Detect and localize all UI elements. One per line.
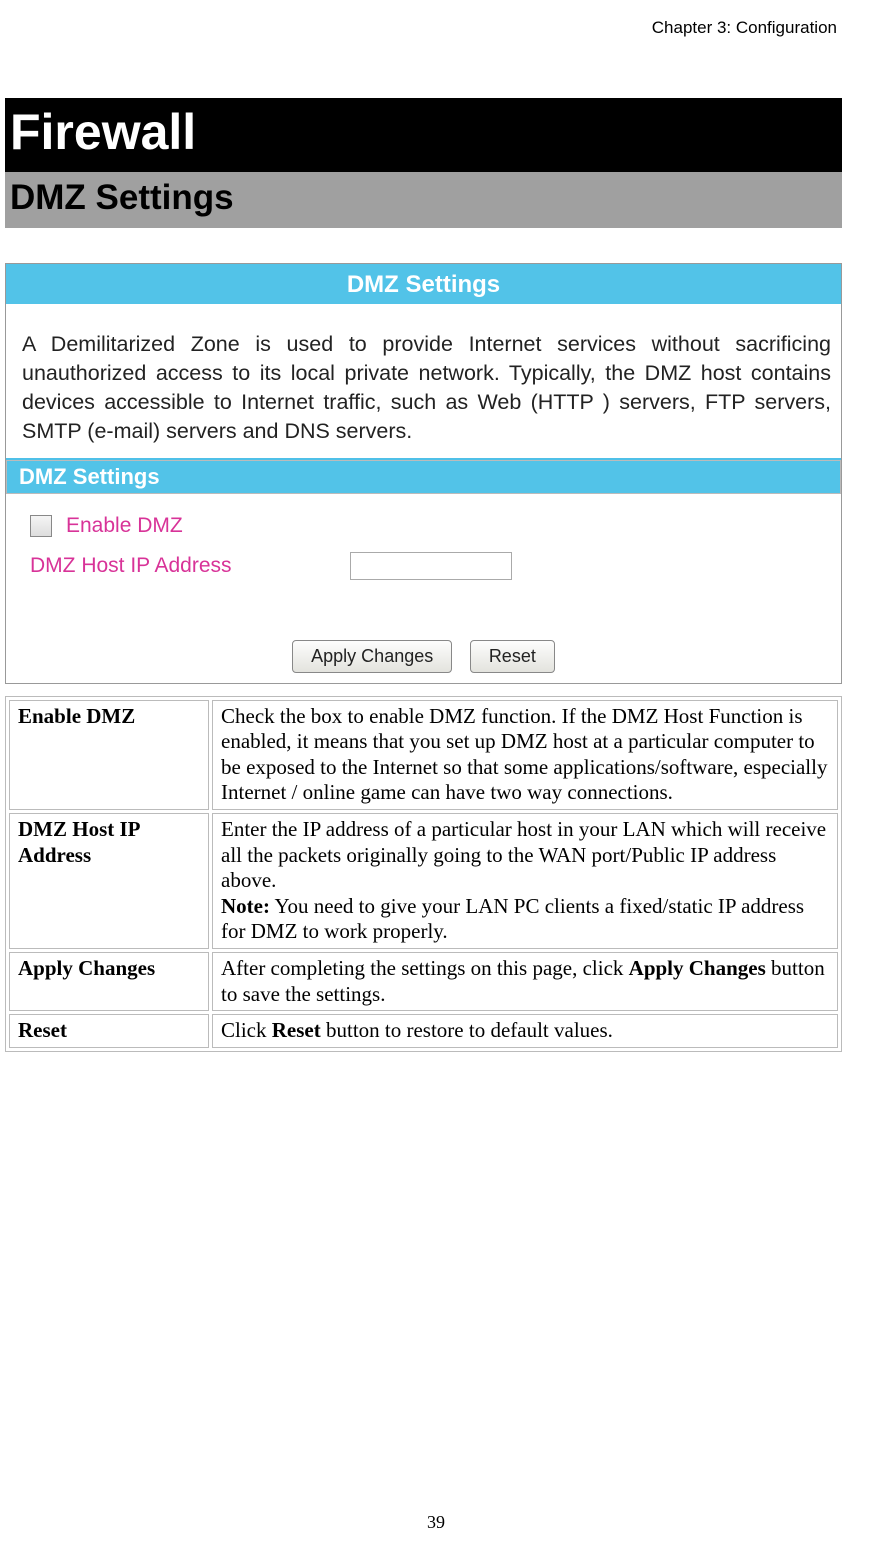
desc-pre: After completing the settings on this pa… <box>221 956 629 980</box>
description-table: Enable DMZ Check the box to enable DMZ f… <box>5 696 842 1052</box>
term-apply-changes: Apply Changes <box>9 952 209 1011</box>
desc-pre: Click <box>221 1018 272 1042</box>
term-enable-dmz: Enable DMZ <box>9 700 209 810</box>
dmz-ip-input[interactable] <box>350 552 512 580</box>
desc-bold: Apply Changes <box>629 956 766 980</box>
dmz-settings-screenshot: DMZ Settings A Demilitarized Zone is use… <box>5 263 842 684</box>
table-row: Enable DMZ Check the box to enable DMZ f… <box>9 700 838 810</box>
desc-enable-dmz: Check the box to enable DMZ function. If… <box>212 700 838 810</box>
title-firewall: Firewall <box>5 98 842 172</box>
panel-section-title: DMZ Settings <box>6 460 841 494</box>
term-reset: Reset <box>9 1014 209 1048</box>
page-number: 39 <box>0 1512 872 1533</box>
table-row: DMZ Host IP Address Enter the IP address… <box>9 813 838 949</box>
panel-title: DMZ Settings <box>6 264 841 304</box>
note-label: Note: <box>221 894 270 918</box>
form-area: Enable DMZ DMZ Host IP Address <box>6 494 841 610</box>
chapter-header: Chapter 3: Configuration <box>5 18 842 38</box>
desc-dmz-host-ip: Enter the IP address of a particular hos… <box>212 813 838 949</box>
enable-dmz-row: Enable DMZ <box>30 514 831 538</box>
desc-text: Enter the IP address of a particular hos… <box>221 817 826 892</box>
desc-bold: Reset <box>272 1018 321 1042</box>
dmz-ip-row: DMZ Host IP Address <box>30 552 831 580</box>
apply-changes-button[interactable]: Apply Changes <box>292 640 452 673</box>
button-row: Apply Changes Reset <box>6 610 841 683</box>
enable-dmz-checkbox[interactable] <box>30 515 52 537</box>
panel-description: A Demilitarized Zone is used to provide … <box>6 304 841 460</box>
desc-post: button to restore to default values. <box>321 1018 613 1042</box>
reset-button[interactable]: Reset <box>470 640 555 673</box>
enable-dmz-label: Enable DMZ <box>66 514 183 538</box>
table-row: Reset Click Reset button to restore to d… <box>9 1014 838 1048</box>
desc-apply-changes: After completing the settings on this pa… <box>212 952 838 1011</box>
table-row: Apply Changes After completing the setti… <box>9 952 838 1011</box>
subtitle-dmz-settings: DMZ Settings <box>5 172 842 228</box>
note-text: You need to give your LAN PC clients a f… <box>221 894 804 944</box>
dmz-ip-label: DMZ Host IP Address <box>30 554 350 578</box>
desc-reset: Click Reset button to restore to default… <box>212 1014 838 1048</box>
term-dmz-host-ip: DMZ Host IP Address <box>9 813 209 949</box>
